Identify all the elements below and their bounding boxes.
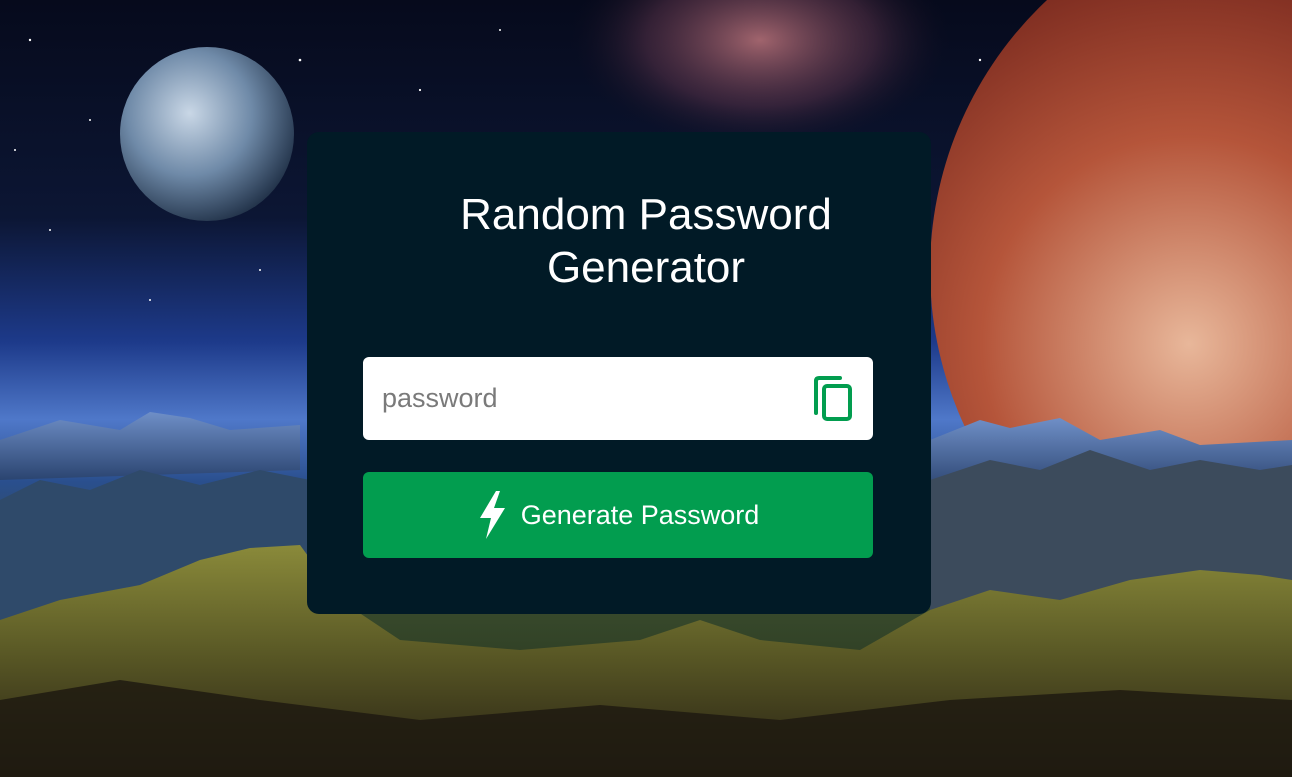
generate-password-button[interactable]: Generate Password — [363, 472, 873, 558]
password-input[interactable] — [363, 357, 803, 440]
copy-icon — [814, 376, 852, 421]
generate-password-label: Generate Password — [520, 499, 760, 530]
lightning-icon — [479, 491, 505, 539]
page-title: Random Password Generator — [0, 188, 1292, 294]
copy-button[interactable] — [812, 375, 856, 423]
page-title-text: Random Password Generator — [460, 190, 832, 292]
password-field-container — [363, 357, 873, 440]
